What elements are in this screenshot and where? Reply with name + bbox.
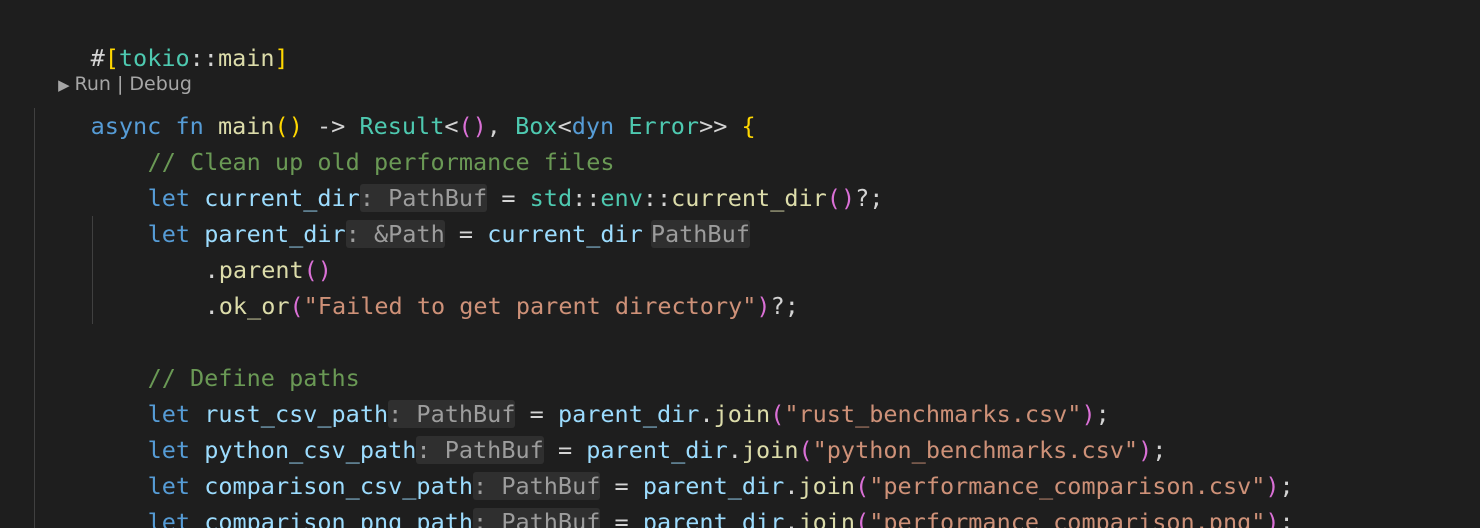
code-line-13[interactable]: let comparison_png_path: PathBuf = paren… [91, 468, 1294, 528]
type-error: Error [628, 112, 700, 140]
code-line-11[interactable]: let python_csv_path: PathBuf = parent_di… [91, 396, 1166, 464]
code-line-5[interactable]: let parent_dir: &Path = current_dir PathB… [91, 180, 750, 248]
call-close-paren: ) [1265, 508, 1280, 528]
attr-path-sep: :: [189, 44, 218, 72]
inlay-type-hint: : PathBuf [473, 508, 601, 528]
string-literal: "Failed to get parent directory" [303, 292, 757, 320]
call-parens: () [826, 184, 856, 212]
generic-close: >> [699, 112, 728, 140]
attr-close-bracket: ] [274, 44, 289, 72]
method-ok-or: ok_or [218, 292, 290, 320]
code-line-6[interactable]: .parent() [148, 216, 332, 284]
code-line-7[interactable]: .ok_or("Failed to get parent directory")… [148, 252, 799, 320]
member-dot: . [784, 508, 799, 528]
semicolon: ; [1279, 508, 1294, 528]
code-line-1[interactable]: #[tokio::main] [34, 4, 289, 72]
inlay-type-hint: : &Path [345, 220, 445, 248]
ref-current-dir: current_dir [487, 220, 643, 248]
attr-name: main [217, 44, 275, 72]
var-comparison-png-path: comparison_png_path [204, 508, 474, 528]
code-line-2[interactable]: async fn main() -> Result<(), Box<dyn Er… [34, 72, 756, 140]
code-line-3[interactable]: // Clean up old performance files [91, 108, 615, 176]
assign-op: = [458, 220, 474, 248]
code-line-12[interactable]: let comparison_csv_path: PathBuf = paren… [91, 432, 1294, 500]
try-semicolon: ?; [855, 184, 884, 212]
string-literal: "performance_comparison.png" [869, 508, 1266, 528]
try-semicolon: ?; [770, 292, 799, 320]
call-open-paren: ( [289, 292, 304, 320]
code-line-9[interactable]: // Define paths [91, 324, 360, 392]
assign-op: = [614, 508, 629, 528]
ref-parent-dir: parent_dir [642, 508, 785, 528]
method-join: join [798, 508, 856, 528]
code-editor[interactable]: #[tokio::main] ▶ Run | Debug async fn ma… [0, 0, 1480, 528]
codelens-run-debug: ▶ Run | Debug [34, 42, 192, 95]
keyword-let: let [147, 508, 191, 528]
code-line-4[interactable]: let current_dir: PathBuf = std::env::cur… [91, 144, 883, 212]
inlay-chain-hint: PathBuf [650, 220, 750, 248]
call-open-paren: ( [855, 508, 870, 528]
member-dot: . [204, 292, 219, 320]
code-line-10[interactable]: let rust_csv_path: PathBuf = parent_dir.… [91, 360, 1110, 428]
call-close-paren: ) [756, 292, 771, 320]
body-open-brace: { [741, 112, 756, 140]
